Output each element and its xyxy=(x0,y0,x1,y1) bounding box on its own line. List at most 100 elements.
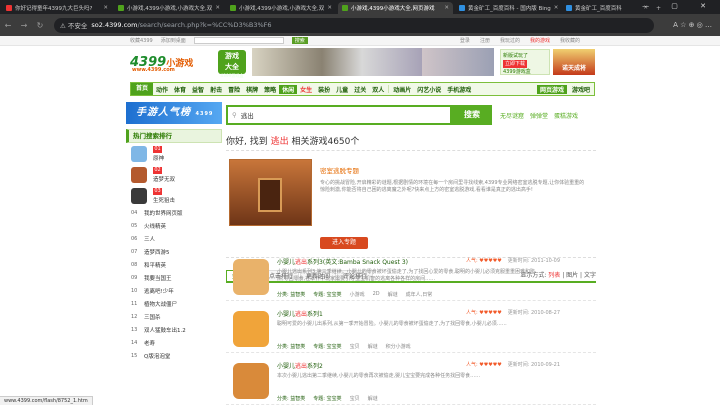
close-icon[interactable]: ✕ xyxy=(103,5,108,11)
result-tag[interactable]: 解谜 xyxy=(368,395,378,402)
close-icon[interactable]: ✕ xyxy=(444,5,449,11)
result-tag[interactable]: 解谜 xyxy=(368,343,378,350)
result-tag[interactable]: 小游戏 xyxy=(350,291,365,298)
rank-game-name[interactable]: 我的世界网页版 xyxy=(144,209,183,217)
register-link[interactable]: 注册 xyxy=(480,37,490,44)
nav-item[interactable]: 双人 xyxy=(369,85,387,94)
ad-banner-image[interactable] xyxy=(252,48,322,76)
enter-feature-button[interactable]: 进入专题 xyxy=(320,237,368,249)
nav-item[interactable]: 益智 xyxy=(189,85,207,94)
nav-gamebar-link[interactable]: 游戏吧 xyxy=(572,85,590,94)
rank-game-name[interactable]: 三国杀 xyxy=(144,313,161,321)
result-tag[interactable]: 宝贝 xyxy=(350,395,360,402)
url-field[interactable]: ⚠ 不安全 so2.4399.com/search/search.php?k=%… xyxy=(54,17,654,33)
desktop-link[interactable]: 添加到桌面 xyxy=(161,37,186,44)
rank-list-item[interactable]: 13 双人猛鼓车出1.2 xyxy=(126,323,222,336)
rank-game-name[interactable]: 植物大战僵尸 xyxy=(144,300,177,308)
rank-game-name[interactable]: 造梦无双 xyxy=(153,175,175,183)
reload-button[interactable]: ↻ xyxy=(32,21,48,30)
forward-button[interactable]: → xyxy=(16,21,32,30)
search-query[interactable]: 逃出 xyxy=(241,110,254,120)
rank-game-name[interactable]: 原神 xyxy=(153,154,164,162)
nav-item[interactable]: 冒险 xyxy=(225,85,243,94)
game-thumbnail[interactable] xyxy=(131,166,147,183)
rank-game-name[interactable]: 和平精英 xyxy=(144,261,166,269)
favorites-link[interactable]: 我收藏的 xyxy=(560,37,580,44)
result-tag[interactable]: 解谜 xyxy=(388,291,398,298)
result-title[interactable]: 小婴儿逃出系列1 xyxy=(277,309,323,318)
feature-image[interactable] xyxy=(229,159,312,226)
close-icon[interactable]: ✕ xyxy=(554,5,559,11)
nav-item-home[interactable]: 首页 xyxy=(131,83,154,95)
site-logo[interactable]: 4399 小游戏 www.4399.com xyxy=(130,50,210,74)
rank-list-item[interactable]: 06 三人 xyxy=(126,232,222,245)
rank-list-item[interactable]: 09 我要当国王 xyxy=(126,271,222,284)
result-tag[interactable]: 积分小游戏 xyxy=(386,343,411,350)
rank-list-item[interactable]: 11 植物大战僵尸 xyxy=(126,297,222,310)
ad-banner-image[interactable] xyxy=(322,48,422,76)
rank-game-name[interactable]: Q版泡泡堂 xyxy=(144,352,170,360)
browser-tab[interactable]: 小游戏,4399小游戏,小游戏大全,双 ✕ xyxy=(114,2,224,14)
ad-banner-image[interactable] xyxy=(422,48,494,76)
nav-item[interactable]: 棋牌 xyxy=(243,85,261,94)
security-warning[interactable]: ⚠ 不安全 xyxy=(60,20,87,30)
search-input[interactable]: ⚲ 逃出 xyxy=(226,105,452,125)
rank-top-item[interactable]: 02 造梦无双 xyxy=(126,164,222,185)
result-tag[interactable]: 分类: 益智类 xyxy=(277,395,305,402)
nav-item[interactable]: 体育 xyxy=(171,85,189,94)
browser-toolbar-icons[interactable]: A ☆ ⊕ ◎ … xyxy=(673,21,712,29)
bookmark-link[interactable]: 收藏4399 xyxy=(130,37,153,44)
game-box-logo[interactable]: 游戏 大全 4399游戏盒 xyxy=(218,50,246,78)
rank-list-item[interactable]: 07 造梦西游5 xyxy=(126,245,222,258)
close-icon[interactable]: ✕ xyxy=(327,5,332,11)
top-search-input[interactable] xyxy=(193,37,284,44)
rank-list-item[interactable]: 14 老寿 xyxy=(126,336,222,349)
nav-item[interactable]: 儿童 xyxy=(333,85,351,94)
rank-list-item[interactable]: 05 火线精英 xyxy=(126,219,222,232)
nav-item[interactable]: 射击 xyxy=(207,85,225,94)
game-box-promo[interactable]: 新版试玩了 立即下载 4399游戏盒 xyxy=(500,49,550,75)
nav-item[interactable]: 过关 xyxy=(351,85,369,94)
close-icon[interactable]: ✕ xyxy=(215,5,220,11)
nav-item[interactable]: 策略 xyxy=(261,85,279,94)
rank-list-item[interactable]: 12 三国杀 xyxy=(126,310,222,323)
result-tag[interactable]: 2D xyxy=(373,291,380,298)
download-button[interactable]: 立即下载 xyxy=(503,60,528,68)
nav-item[interactable]: 动画片 xyxy=(390,85,414,94)
result-tag[interactable]: 专题: 宝宝类 xyxy=(313,291,341,298)
nav-item[interactable]: 装扮 xyxy=(315,85,333,94)
search-button[interactable]: 搜索 xyxy=(452,105,492,125)
rank-game-name[interactable]: 三人 xyxy=(144,235,155,243)
mobile-ranking-banner[interactable]: 手游人气榜 4399 xyxy=(126,102,222,124)
result-tag[interactable]: 分类: 益智类 xyxy=(277,291,305,298)
nav-webgame-link[interactable]: 网页游戏 xyxy=(536,84,567,94)
window-controls[interactable]: — ▢ ✕ xyxy=(642,2,716,10)
browser-tab[interactable]: 黄金矿工_百度百科 - 国内版 Bing ✕ xyxy=(455,2,560,14)
rank-list-item[interactable]: 08 和平精英 xyxy=(126,258,222,271)
feature-title[interactable]: 密室逃脱专题 xyxy=(320,165,585,175)
browser-tab[interactable]: 你好记得童年4399九大巨头吗? ✕ xyxy=(2,2,112,14)
rank-list-item[interactable]: 15 Q版泡泡堂 xyxy=(126,349,222,362)
back-button[interactable]: ← xyxy=(0,21,16,30)
hot-link[interactable]: 弹弹堂 xyxy=(530,111,548,120)
game-thumbnail[interactable] xyxy=(233,363,269,399)
nav-item-casual[interactable]: 休闲 xyxy=(279,84,298,94)
rank-game-name[interactable]: 火线精英 xyxy=(144,222,166,230)
nav-item[interactable]: 动作 xyxy=(153,85,171,94)
result-title[interactable]: 小婴儿逃出系列3(英文:Bamba Snack Quest 3) xyxy=(277,257,408,266)
game-thumbnail[interactable] xyxy=(233,259,269,295)
rank-list-item[interactable]: 10 逃离吧!少年 xyxy=(126,284,222,297)
result-title[interactable]: 小婴儿逃出系列2 xyxy=(277,361,323,370)
rank-top-item[interactable]: 01 原神 xyxy=(126,143,222,164)
top-search-button[interactable]: 搜索 xyxy=(291,37,308,44)
browser-tab[interactable]: 黄金矿工_百度百科 ✕ xyxy=(562,2,652,14)
hot-link[interactable]: 无尽谜窟 xyxy=(500,111,524,120)
login-link[interactable]: 登录 xyxy=(460,37,470,44)
result-tag[interactable]: 专题: 宝宝类 xyxy=(313,343,341,350)
history-link[interactable]: 我玩过的 xyxy=(500,37,520,44)
game-thumbnail[interactable] xyxy=(131,187,147,204)
result-tag[interactable]: 专题: 宝宝类 xyxy=(313,395,341,402)
my-games-link[interactable]: 我的游戏 xyxy=(530,37,550,44)
nav-item[interactable]: 闪艺小说 xyxy=(414,85,444,94)
game-thumbnail[interactable] xyxy=(131,145,147,162)
